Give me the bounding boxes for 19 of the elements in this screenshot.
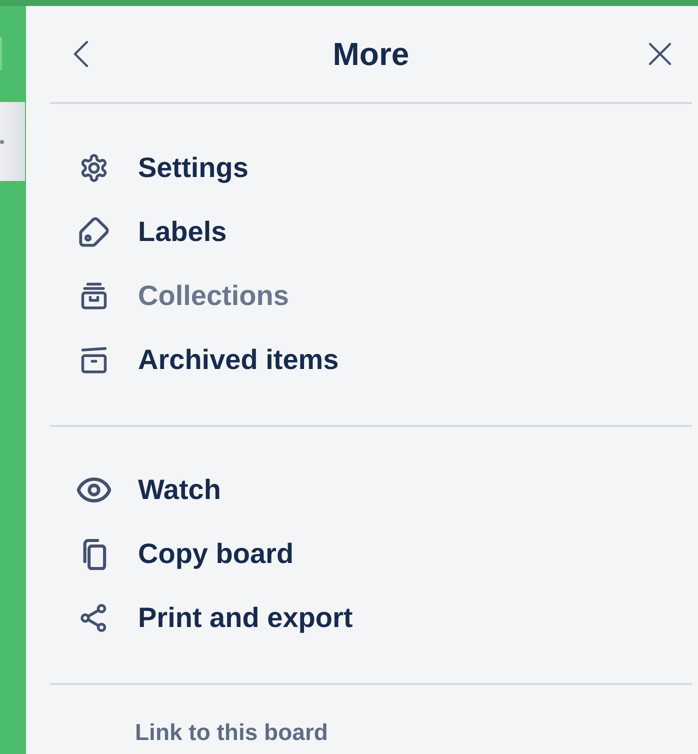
menu-item[interactable]: Watch xyxy=(78,473,221,507)
tag-icon xyxy=(78,216,110,248)
back-button[interactable] xyxy=(72,40,90,68)
menu-item[interactable]: Print and export xyxy=(78,601,353,635)
menu-item[interactable]: Labels xyxy=(78,215,227,249)
gear-icon xyxy=(79,153,109,183)
close-icon xyxy=(648,42,672,66)
share-icon xyxy=(79,603,109,633)
section-heading: Link to this board xyxy=(135,719,328,745)
menu-item[interactable]: Copy board xyxy=(78,537,294,571)
copy-icon xyxy=(81,538,107,570)
close-button[interactable] xyxy=(648,42,672,66)
eye-icon xyxy=(77,476,111,504)
tray-icon xyxy=(79,281,109,311)
panel-title: More xyxy=(332,35,410,74)
chevron-left-icon xyxy=(72,40,90,68)
menu-item[interactable]: Archived items xyxy=(78,343,339,377)
box-icon xyxy=(79,345,109,375)
menu-item[interactable]: Settings xyxy=(78,151,248,185)
